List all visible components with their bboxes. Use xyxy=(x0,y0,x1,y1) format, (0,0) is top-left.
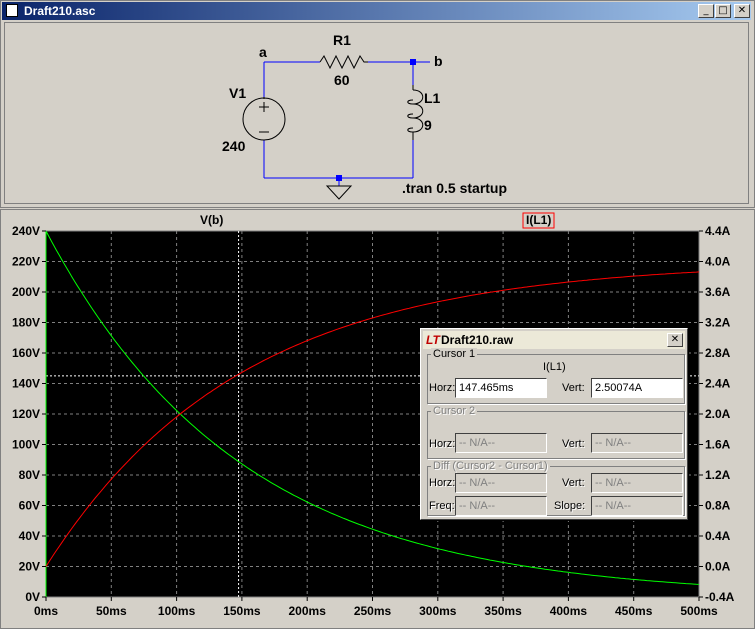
right-tick-label: 1.2A xyxy=(705,468,731,482)
voltage-source-v1 xyxy=(242,97,286,141)
left-tick-label: 100V xyxy=(12,438,40,452)
diff-title: Diff (Cursor2 - Cursor1) xyxy=(431,460,550,472)
left-tick-label: 80V xyxy=(19,468,40,482)
l1-name: L1 xyxy=(424,90,441,106)
x-tick-label: 450ms xyxy=(615,604,653,618)
right-tick-label: 0.8A xyxy=(705,499,731,513)
x-tick-label: 400ms xyxy=(550,604,588,618)
right-tick-label: 2.8A xyxy=(705,346,731,360)
right-tick-label: 2.0A xyxy=(705,407,731,421)
cursor1-trace: I(L1) xyxy=(543,361,566,373)
cursor2-title: Cursor 2 xyxy=(431,405,478,417)
cursor-dialog: LT Draft210.raw ✕ Cursor 1 I(L1) Horz: 1… xyxy=(420,328,688,520)
left-tick-label: 220V xyxy=(12,255,40,269)
left-tick-label: 0V xyxy=(25,590,40,604)
cursor1-title: Cursor 1 xyxy=(431,348,478,360)
ground-symbol xyxy=(325,185,353,200)
inductor-l1 xyxy=(407,85,424,140)
left-tick-label: 120V xyxy=(12,407,40,421)
x-tick-label: 200ms xyxy=(289,604,327,618)
diff-freq-field[interactable]: -- N/A-- xyxy=(455,496,547,516)
diff-vert-label: Vert: xyxy=(562,477,585,489)
v1-value: 240 xyxy=(222,138,246,154)
left-tick-label: 20V xyxy=(19,560,40,574)
right-tick-label: 0.4A xyxy=(705,529,731,543)
tran-directive: .tran 0.5 startup xyxy=(402,180,508,196)
x-tick-label: 350ms xyxy=(484,604,522,618)
x-tick-label: 0ms xyxy=(34,604,58,618)
node-b-label: b xyxy=(434,53,443,69)
x-tick-label: 250ms xyxy=(354,604,392,618)
left-tick-label: 160V xyxy=(12,346,40,360)
x-tick-label: 100ms xyxy=(158,604,196,618)
diff-slope-field[interactable]: -- N/A-- xyxy=(591,496,683,516)
diff-freq-label: Freq: xyxy=(429,500,455,512)
x-tick-label: 150ms xyxy=(223,604,261,618)
cursor2-vert-label: Vert: xyxy=(562,438,585,450)
cursor2-horz-field[interactable]: -- N/A-- xyxy=(455,433,547,453)
cursor1-horz-label: Horz: xyxy=(429,382,456,394)
cursor1-horz-field[interactable]: 147.465ms xyxy=(455,378,547,398)
diff-horz-label: Horz: xyxy=(429,477,456,489)
node-a-label: a xyxy=(259,44,267,60)
trace-il-label[interactable]: I(L1) xyxy=(526,213,551,227)
schematic-drawing[interactable] xyxy=(0,0,755,208)
left-tick-label: 60V xyxy=(19,499,40,513)
x-tick-label: 500ms xyxy=(680,604,718,618)
right-tick-label: -0.4A xyxy=(705,590,735,604)
resistor-r1 xyxy=(319,54,368,70)
right-tick-label: 4.4A xyxy=(705,224,731,238)
ltspice-logo-icon: LT xyxy=(426,333,440,347)
left-tick-label: 240V xyxy=(12,224,40,238)
right-tick-label: 3.6A xyxy=(705,285,731,299)
r1-name: R1 xyxy=(333,32,351,48)
x-tick-label: 300ms xyxy=(419,604,457,618)
right-tick-label: 3.2A xyxy=(705,316,731,330)
trace-vb-label[interactable]: V(b) xyxy=(200,213,223,227)
right-tick-label: 4.0A xyxy=(705,255,731,269)
left-tick-label: 140V xyxy=(12,377,40,391)
cursor1-vert-field[interactable]: 2.50074A xyxy=(591,378,683,398)
left-tick-label: 40V xyxy=(19,529,40,543)
cursor-dialog-close-button[interactable]: ✕ xyxy=(667,333,683,347)
right-tick-label: 0.0A xyxy=(705,560,731,574)
left-tick-label: 200V xyxy=(12,285,40,299)
node-b-dot xyxy=(410,59,416,65)
v1-name: V1 xyxy=(229,85,247,101)
node-ground-dot xyxy=(336,175,342,181)
cursor2-vert-field[interactable]: -- N/A-- xyxy=(591,433,683,453)
diff-slope-label: Slope: xyxy=(554,500,586,512)
cursor-dialog-title-bar[interactable]: LT Draft210.raw ✕ xyxy=(423,331,685,349)
x-tick-label: 50ms xyxy=(96,604,127,618)
cursor2-horz-label: Horz: xyxy=(429,438,456,450)
r1-value: 60 xyxy=(334,72,350,88)
cursor1-vert-label: Vert: xyxy=(562,382,585,394)
diff-vert-field[interactable]: -- N/A-- xyxy=(591,473,683,493)
diff-horz-field[interactable]: -- N/A-- xyxy=(455,473,547,493)
l1-value: 9 xyxy=(424,117,432,133)
right-tick-label: 2.4A xyxy=(705,377,731,391)
left-tick-label: 180V xyxy=(12,316,40,330)
right-tick-label: 1.6A xyxy=(705,438,731,452)
